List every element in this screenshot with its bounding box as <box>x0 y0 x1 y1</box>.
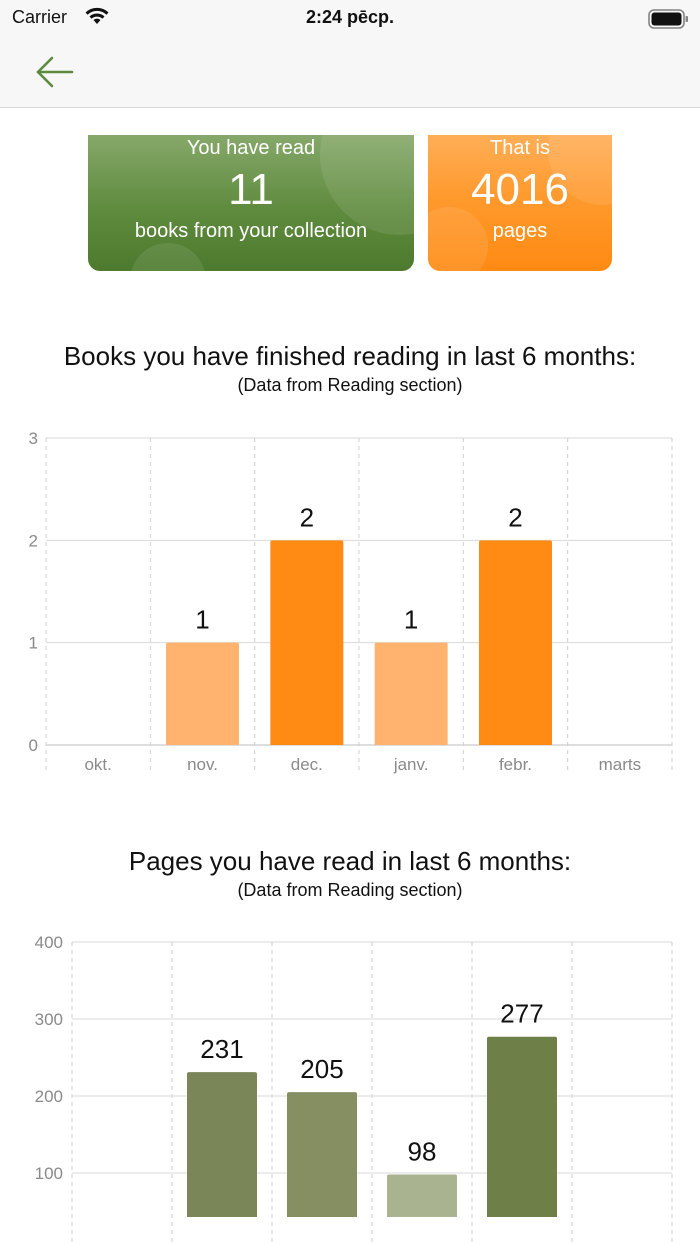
x-tick-label: dec. <box>291 755 323 774</box>
x-tick-label: nov. <box>187 755 218 774</box>
books-count: 11 <box>228 165 274 214</box>
bar-value-label: 205 <box>300 1054 343 1084</box>
decorative-circle <box>130 243 206 271</box>
pages-card-intro: That is <box>489 137 551 159</box>
back-arrow-icon[interactable] <box>34 54 76 90</box>
x-tick-label: febr. <box>499 755 532 774</box>
status-time: 2:24 pēcp. <box>305 7 395 27</box>
bar <box>287 1092 357 1217</box>
bar-value-label: 98 <box>408 1137 437 1167</box>
bar <box>374 642 448 745</box>
books-read-card: You have read 11 books from your collect… <box>88 135 414 271</box>
books-chart-title: Books you have finished reading in last … <box>63 341 637 371</box>
bar-value-label: 2 <box>300 502 314 532</box>
x-tick-label: okt. <box>84 755 111 774</box>
y-tick-label: 400 <box>35 933 63 952</box>
books-bar-chart: 0 1 2 3 okt. 1 nov. 2 dec. 1 janv. 2 febr. marts <box>29 429 673 774</box>
books-chart-subtitle: (Data from Reading section) <box>237 375 463 395</box>
bar-value-label: 1 <box>404 605 418 635</box>
bar <box>487 1036 557 1217</box>
y-tick-label: 100 <box>35 1164 63 1183</box>
pages-chart-subtitle: (Data from Reading section) <box>237 880 463 900</box>
bar-value-label: 1 <box>195 605 209 635</box>
bar <box>479 540 552 745</box>
bar-value-label: 277 <box>500 999 543 1029</box>
pages-bar-chart: 100 200 300 400 231 205 98 277 <box>35 933 673 1244</box>
navigation-bar <box>0 40 700 108</box>
bar <box>166 642 239 745</box>
y-tick-label: 200 <box>35 1087 63 1106</box>
bar <box>387 1174 457 1217</box>
x-tick-label: janv. <box>393 755 429 774</box>
books-card-intro: You have read <box>186 137 316 159</box>
x-tick-label: marts <box>599 755 642 774</box>
books-card-caption: books from your collection <box>134 220 368 242</box>
y-tick-label: 300 <box>35 1010 63 1029</box>
pages-read-card: That is 4016 pages <box>428 135 612 271</box>
status-bar: Carrier 2:24 pēcp. <box>0 0 700 40</box>
bar <box>187 1072 257 1217</box>
bar-value-label: 2 <box>508 502 522 532</box>
y-tick-label: 2 <box>29 531 38 550</box>
pages-card-caption: pages <box>492 220 548 242</box>
bar <box>270 540 344 745</box>
y-tick-label: 0 <box>29 736 38 755</box>
bar-value-label: 231 <box>200 1034 243 1064</box>
pages-count: 4016 <box>471 165 569 214</box>
pages-chart-title: Pages you have read in last 6 months: <box>128 846 572 876</box>
battery-icon <box>648 9 688 29</box>
y-tick-label: 1 <box>29 634 38 653</box>
y-tick-label: 3 <box>29 429 38 448</box>
